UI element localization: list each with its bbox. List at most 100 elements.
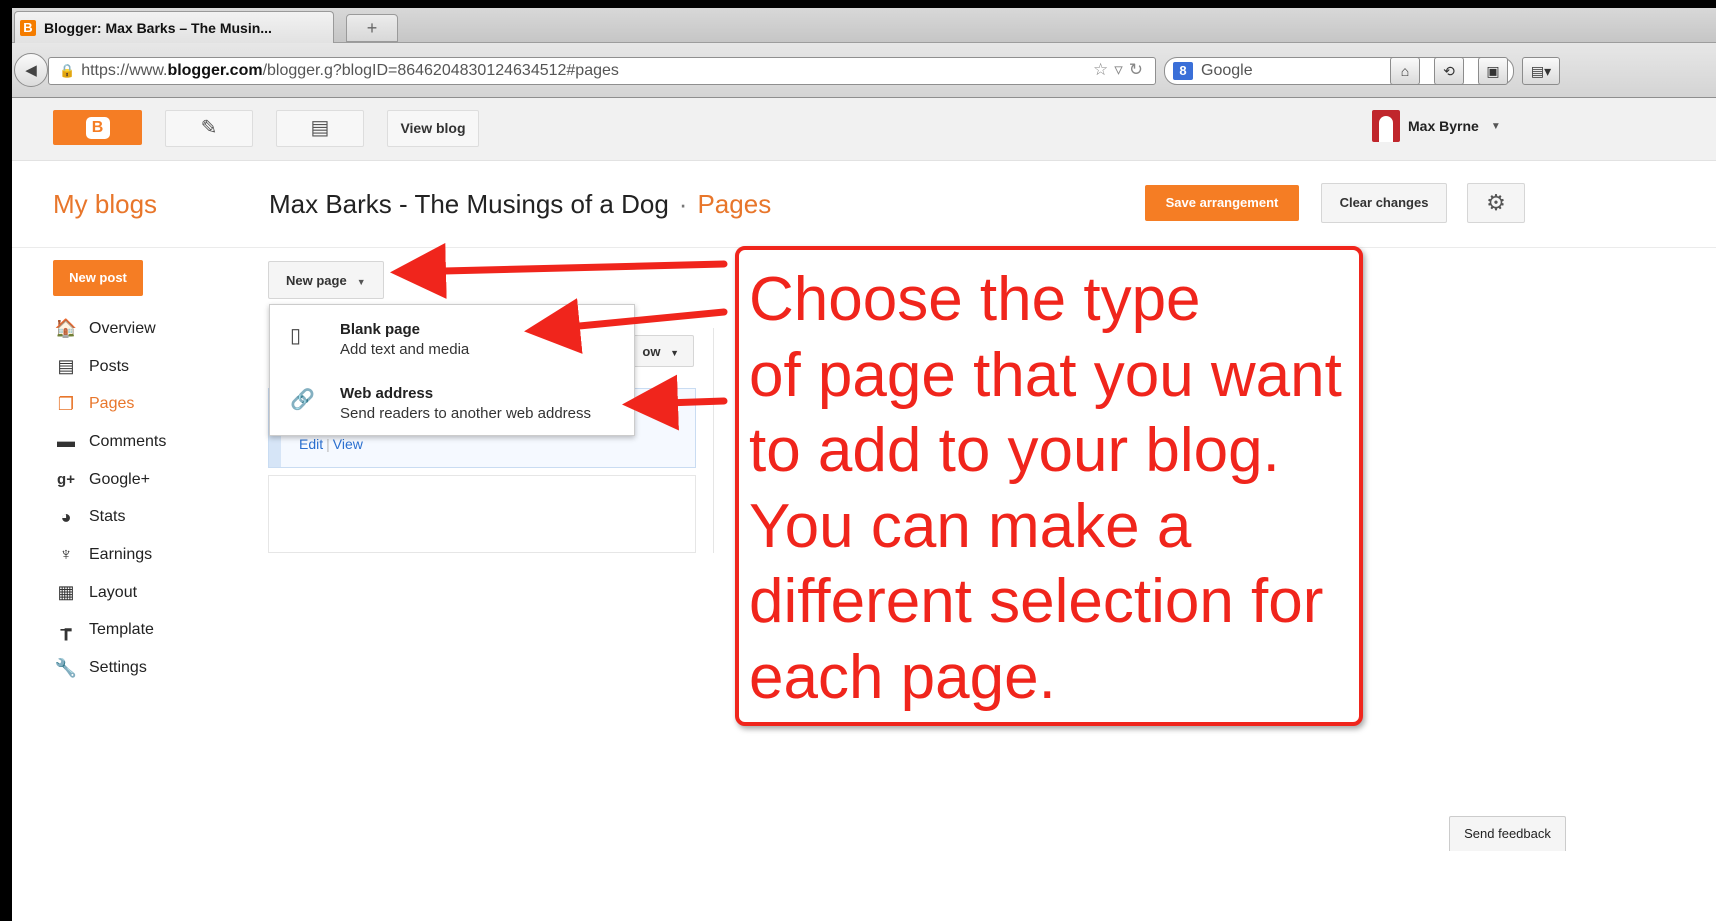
posts-list-icon: ▤ bbox=[310, 117, 330, 139]
layout-icon: ▦ bbox=[57, 582, 75, 603]
clear-changes-button[interactable]: Clear changes bbox=[1321, 183, 1447, 223]
home-icon: 🏠 bbox=[54, 318, 78, 339]
gear-icon: ⚙ bbox=[1486, 190, 1506, 215]
sidebar-item-posts[interactable]: ▤ Posts bbox=[53, 348, 166, 386]
navigation-bar: ◀ 🔒 https://www.blogger.com/blogger.g?bl… bbox=[12, 43, 1716, 98]
pencil-icon: ✎ bbox=[200, 117, 218, 139]
callout-text: Choose the type of page that you want to… bbox=[749, 262, 1359, 715]
callout-line: each page. bbox=[749, 642, 1056, 712]
sidebar-item-label: Google+ bbox=[89, 470, 150, 488]
link-icon: 🔗 bbox=[290, 389, 315, 411]
trophy-icon: ♆ bbox=[59, 544, 73, 565]
browser-window: B Blogger: Max Barks – The Musin... + ◀ … bbox=[12, 8, 1716, 921]
home-button[interactable]: ⌂ bbox=[1390, 57, 1420, 85]
view-blog-button[interactable]: View blog bbox=[387, 110, 479, 147]
sidebar-item-label: Earnings bbox=[89, 545, 153, 563]
new-page-dropdown: ▯ Blank page Add text and media 🔗 Web ad… bbox=[269, 304, 635, 436]
sidebar-item-label: Overview bbox=[89, 319, 156, 337]
bookmark-star-icon[interactable]: ☆▿↻ bbox=[1093, 60, 1149, 80]
menu-button[interactable]: ▤▾ bbox=[1522, 57, 1560, 85]
blog-title: Max Barks - The Musings of a Dog bbox=[269, 189, 669, 219]
menu-item-web-address[interactable]: 🔗 Web address Send readers to another we… bbox=[270, 383, 634, 439]
blank-page-icon: ▯ bbox=[290, 325, 302, 347]
sidebar-item-template[interactable]: ┲ Template bbox=[53, 612, 166, 650]
callout-line: different selection for bbox=[749, 567, 1324, 636]
extension-icon: ▣ bbox=[1486, 63, 1500, 79]
chevron-down-icon: ▼ bbox=[1490, 120, 1501, 132]
sidebar-item-settings[interactable]: 🔧 Settings bbox=[53, 649, 166, 687]
sidebar-item-comments[interactable]: ▬ Comments bbox=[53, 423, 166, 461]
sidebar-nav: 🏠 Overview ▤ Posts ❐ Pages ▬ Comments g+ Goog… bbox=[53, 310, 167, 687]
blogger-logo-icon: B bbox=[85, 116, 110, 139]
extension-button[interactable]: ▣ bbox=[1478, 57, 1508, 85]
chevron-down-icon: ▼ bbox=[356, 277, 366, 287]
sidebar-item-earnings[interactable]: ♆ Earnings bbox=[53, 536, 166, 574]
sidebar-item-layout[interactable]: ▦ Layout bbox=[53, 574, 166, 612]
annotation-callout: Choose the type of page that you want to… bbox=[735, 246, 1363, 726]
title-separator: · bbox=[678, 189, 688, 219]
sidebar-item-pages[interactable]: ❐ Pages bbox=[53, 385, 166, 423]
new-tab-button[interactable]: + bbox=[346, 14, 398, 42]
back-button[interactable]: ◀ bbox=[14, 53, 48, 87]
callout-line: of page that you want bbox=[749, 340, 1342, 410]
sidebar-item-label: Layout bbox=[89, 583, 138, 601]
new-post-pencil-button[interactable]: ✎ bbox=[165, 110, 253, 147]
url-text: https://www.blogger.com/blogger.g?blogID… bbox=[81, 62, 619, 79]
menu-item-title: Blank page bbox=[340, 321, 421, 338]
new-page-button[interactable]: New page ▼ bbox=[268, 261, 384, 299]
back-arrow-icon: ◀ bbox=[25, 62, 37, 79]
home-icon: ⌂ bbox=[1400, 63, 1410, 79]
paint-roller-icon: ┲ bbox=[60, 619, 72, 640]
tab-title: Blogger: Max Barks – The Musin... bbox=[44, 19, 272, 36]
blogger-logo-button[interactable]: B bbox=[53, 110, 142, 145]
posts-icon: ▤ bbox=[57, 356, 75, 377]
my-blogs-link[interactable]: My blogs bbox=[53, 189, 157, 220]
lock-icon: 🔒 bbox=[59, 63, 76, 78]
sync-icon: ⟲ bbox=[1443, 63, 1455, 79]
blogger-favicon-icon: B bbox=[20, 19, 36, 36]
arrow-to-new-page bbox=[390, 242, 728, 299]
browser-tab[interactable]: B Blogger: Max Barks – The Musin... bbox=[14, 11, 334, 43]
address-bar[interactable]: 🔒 https://www.blogger.com/blogger.g?blog… bbox=[48, 57, 1156, 85]
tab-bar: B Blogger: Max Barks – The Musin... + bbox=[12, 8, 1716, 43]
search-placeholder: Google bbox=[1201, 62, 1253, 79]
settings-gear-button[interactable]: ⚙ bbox=[1467, 183, 1525, 223]
sidebar-item-googleplus[interactable]: g+ Google+ bbox=[53, 461, 166, 499]
user-name: Max Byrne bbox=[1408, 118, 1479, 134]
sidebar-item-label: Template bbox=[89, 621, 154, 639]
callout-line: You can make a bbox=[749, 491, 1192, 561]
sidebar-item-label: Comments bbox=[89, 432, 167, 450]
empty-page-card bbox=[268, 475, 696, 553]
avatar bbox=[1372, 110, 1400, 142]
blogger-header: B ✎ ▤ View blog Max Byrne ▼ bbox=[12, 98, 1716, 161]
sidebar-item-label: Pages bbox=[89, 395, 135, 413]
comments-icon: ▬ bbox=[57, 431, 75, 452]
pages-icon: ❐ bbox=[57, 393, 75, 414]
callout-line: to add to your blog. bbox=[749, 416, 1280, 485]
send-feedback-button[interactable]: Send feedback bbox=[1449, 816, 1566, 851]
menu-item-subtitle: Add text and media bbox=[340, 341, 470, 358]
sidebar-item-label: Posts bbox=[89, 357, 130, 375]
stats-icon: ◕ bbox=[60, 506, 72, 527]
posts-list-button[interactable]: ▤ bbox=[276, 110, 364, 147]
callout-line: Choose the type bbox=[749, 265, 1201, 334]
new-post-button[interactable]: New post bbox=[53, 260, 143, 296]
sidebar-item-label: Stats bbox=[89, 508, 126, 526]
page-title: Max Barks - The Musings of a Dog · Pages bbox=[269, 189, 771, 220]
google-engine-icon[interactable]: 8 bbox=[1173, 62, 1193, 80]
title-row: My blogs Max Barks - The Musings of a Do… bbox=[12, 161, 1716, 248]
sync-button[interactable]: ⟲ bbox=[1434, 57, 1464, 85]
menu-icon: ▤▾ bbox=[1530, 63, 1552, 79]
sidebar-item-overview[interactable]: 🏠 Overview bbox=[53, 310, 166, 348]
sidebar-item-stats[interactable]: ◕ Stats bbox=[53, 498, 166, 536]
menu-item-title: Web address bbox=[340, 385, 434, 402]
user-menu[interactable]: Max Byrne ▼ bbox=[1372, 110, 1501, 142]
save-arrangement-button[interactable]: Save arrangement bbox=[1145, 185, 1299, 221]
menu-item-subtitle: Send readers to another web address bbox=[340, 405, 591, 422]
chevron-down-icon: ▼ bbox=[670, 348, 679, 358]
menu-item-blank-page[interactable]: ▯ Blank page Add text and media bbox=[270, 319, 634, 375]
section-title: Pages bbox=[697, 189, 772, 219]
googleplus-icon: g+ bbox=[57, 471, 75, 489]
wrench-icon: 🔧 bbox=[54, 657, 78, 678]
sidebar-item-label: Settings bbox=[89, 659, 147, 677]
